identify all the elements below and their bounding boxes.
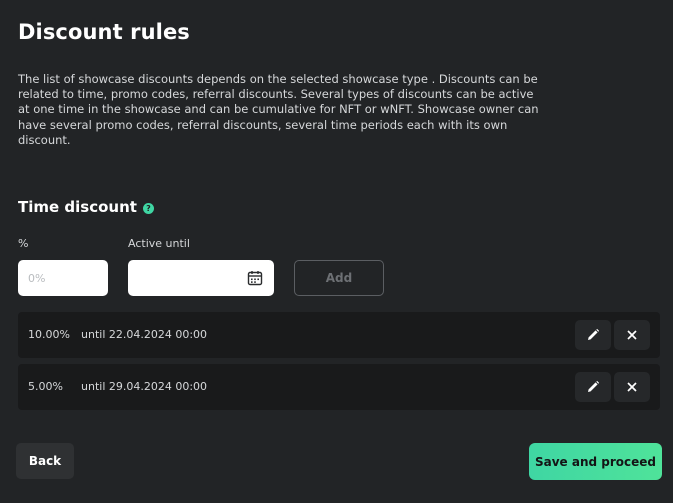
back-button[interactable]: Back	[16, 443, 74, 479]
rule-until-date: until 22.04.2024 00:00	[81, 328, 208, 341]
close-icon	[627, 330, 637, 340]
pencil-icon	[588, 328, 600, 340]
calendar-icon[interactable]	[247, 270, 263, 286]
close-icon	[627, 382, 637, 392]
pencil-icon	[588, 380, 600, 392]
active-until-field[interactable]	[128, 260, 274, 296]
question-icon[interactable]: ?	[142, 203, 154, 214]
edit-button[interactable]	[575, 320, 611, 350]
rule-percent: 5.00%	[28, 380, 63, 393]
discount-rules-panel: Discount rules The list of showcase disc…	[0, 0, 673, 503]
active-until-label: Active until	[128, 237, 190, 250]
edit-button[interactable]	[575, 372, 611, 402]
delete-button[interactable]	[614, 372, 650, 402]
add-button[interactable]: Add	[294, 260, 384, 296]
percent-input[interactable]	[18, 260, 108, 296]
page-title: Discount rules	[18, 20, 190, 44]
page-description: The list of showcase discounts depends o…	[18, 72, 539, 147]
delete-button[interactable]	[614, 320, 650, 350]
discount-rule-row: 10.00% until 22.04.2024 00:00	[18, 312, 660, 358]
save-and-proceed-button[interactable]: Save and proceed	[529, 443, 662, 480]
rule-until-date: until 29.04.2024 00:00	[81, 380, 208, 393]
time-discount-title: Time discount	[18, 198, 137, 216]
percent-label: %	[18, 237, 29, 250]
rule-percent: 10.00%	[28, 328, 70, 341]
time-discount-header: Time discount ?	[18, 198, 154, 216]
discount-rule-row: 5.00% until 29.04.2024 00:00	[18, 364, 660, 410]
